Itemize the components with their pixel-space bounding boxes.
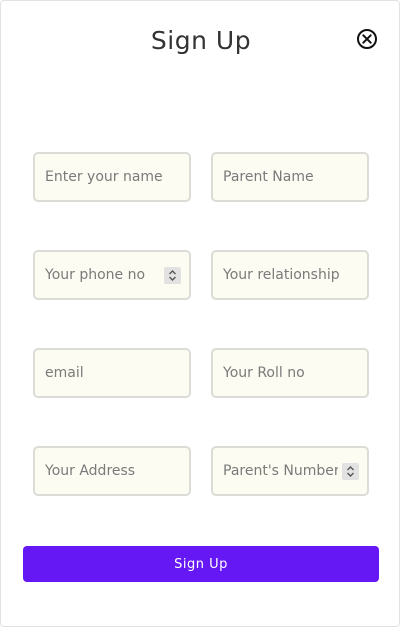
email-input-placeholder: email [45,365,84,381]
email-input[interactable]: email [33,348,191,398]
parent-number-input-placeholder: Parent's Number [223,463,338,479]
phone-input[interactable]: Your phone no [33,250,191,300]
parent-number-stepper-icon[interactable] [342,462,359,480]
address-input[interactable]: Your Address [33,446,191,496]
close-button[interactable] [356,28,378,50]
address-input-placeholder: Your Address [45,463,136,479]
phone-input-placeholder: Your phone no [45,267,146,283]
signup-dialog: Sign Up Enter your name Parent Name Your… [0,0,400,627]
parent-number-input[interactable]: Parent's Number [211,446,369,496]
signup-submit-button[interactable]: Sign Up [23,546,379,582]
phone-stepper-icon[interactable] [164,266,181,284]
parent-name-input-placeholder: Parent Name [223,169,314,185]
name-input[interactable]: Enter your name [33,152,191,202]
relationship-input[interactable]: Your relationship [211,250,369,300]
roll-no-input[interactable]: Your Roll no [211,348,369,398]
close-circle-icon [356,28,378,50]
relationship-input-placeholder: Your relationship [223,267,340,283]
name-input-placeholder: Enter your name [45,169,163,185]
dialog-title: Sign Up [150,26,252,55]
parent-name-input[interactable]: Parent Name [211,152,369,202]
roll-no-input-placeholder: Your Roll no [223,365,305,381]
